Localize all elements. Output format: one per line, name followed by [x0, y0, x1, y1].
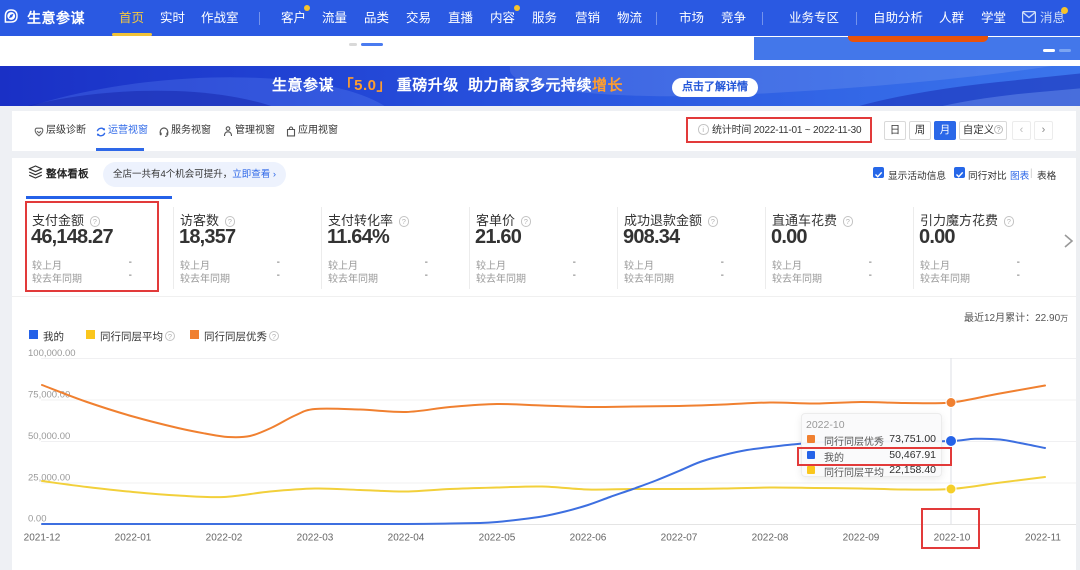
svg-text:2022-07: 2022-07 — [661, 533, 698, 544]
svg-text:2022-11: 2022-11 — [1025, 533, 1061, 544]
svg-text:50,000.00: 50,000.00 — [28, 431, 70, 442]
svg-text:2022-01: 2022-01 — [115, 533, 152, 544]
svg-text:100,000.00: 100,000.00 — [28, 348, 76, 359]
svg-text:2022-03: 2022-03 — [297, 533, 334, 544]
svg-text:2022-09: 2022-09 — [843, 533, 880, 544]
svg-text:0.00: 0.00 — [28, 514, 47, 525]
svg-text:2022-05: 2022-05 — [479, 533, 516, 544]
svg-text:2021-12: 2021-12 — [24, 533, 61, 544]
svg-text:2022-06: 2022-06 — [570, 533, 607, 544]
svg-text:2022-04: 2022-04 — [388, 533, 425, 544]
svg-text:75,000.00: 75,000.00 — [28, 389, 70, 400]
svg-text:2022-02: 2022-02 — [206, 533, 243, 544]
svg-text:2022-08: 2022-08 — [752, 533, 789, 544]
